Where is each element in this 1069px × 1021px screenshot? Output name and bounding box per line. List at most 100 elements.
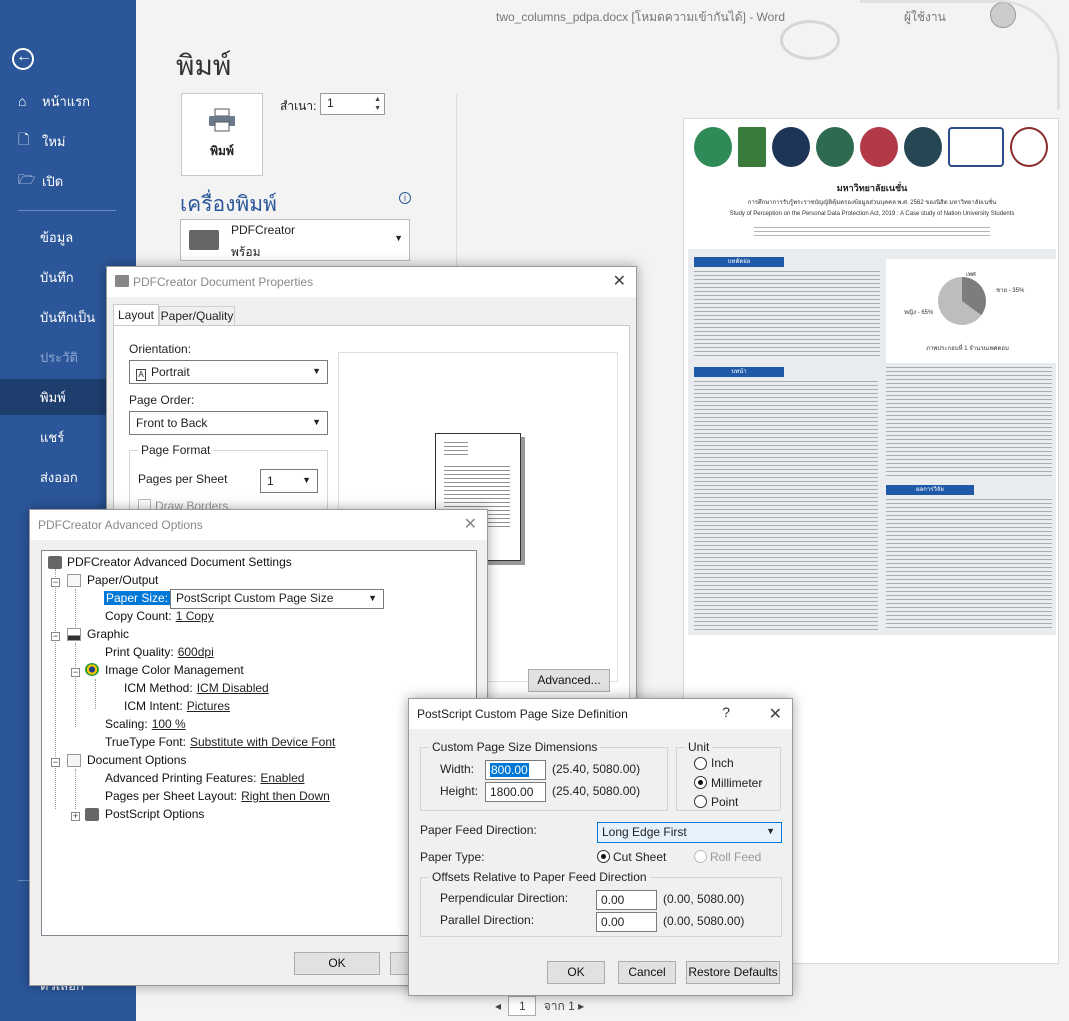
tab-layout[interactable]: Layout bbox=[113, 304, 159, 326]
poster-title: มหาวิทยาลัยเนชั่น bbox=[836, 183, 908, 193]
print-button[interactable]: พิมพ์ bbox=[181, 93, 263, 176]
poster-body: บทคัดย่อ เพศ ชาย - 35% หญิง - 65% ภาพประ… bbox=[688, 249, 1056, 635]
advanced-button[interactable]: Advanced... bbox=[528, 669, 610, 692]
section-heading: ผลการวิจัย bbox=[886, 485, 974, 495]
unit-millimeter-radio[interactable] bbox=[694, 776, 707, 789]
perpendicular-range: (0.00, 5080.00) bbox=[663, 892, 745, 906]
next-page-icon[interactable]: ▸ bbox=[578, 999, 584, 1013]
tree-copy-count[interactable]: Copy Count: 1 Copy bbox=[105, 609, 214, 623]
height-label: Height: bbox=[440, 784, 479, 798]
collapse-icon[interactable]: − bbox=[71, 668, 80, 677]
cancel-button[interactable]: Cancel bbox=[618, 961, 676, 984]
poster-subtitle: การศึกษาการรับรู้พระราชบัญญัติคุ้มครองข้… bbox=[747, 200, 997, 206]
dialog-titlebar: PDFCreator Advanced Options ✕ bbox=[30, 510, 487, 540]
sidebar-item-new[interactable]: 🗋 ใหม่ bbox=[0, 123, 136, 159]
tree-postscript-options[interactable]: PostScript Options bbox=[105, 807, 204, 821]
printer-icon bbox=[115, 275, 129, 287]
tree-paper-output[interactable]: Paper/Output bbox=[87, 573, 158, 587]
results-text bbox=[886, 367, 1052, 477]
pages-per-sheet-select[interactable]: 1 ▼ bbox=[260, 469, 318, 493]
section-heading: บทคัดย่อ bbox=[694, 257, 784, 267]
back-arrow-icon[interactable] bbox=[12, 48, 34, 70]
tree-paper-size[interactable]: Paper Size: bbox=[104, 591, 171, 605]
width-input[interactable]: 800.00 bbox=[485, 760, 546, 780]
tree-document-options[interactable]: Document Options bbox=[87, 753, 186, 767]
ok-button[interactable]: OK bbox=[294, 952, 380, 975]
home-icon: ⌂ bbox=[18, 93, 27, 109]
tree-guide bbox=[75, 643, 76, 727]
page-order-label: Page Order: bbox=[129, 393, 195, 407]
cut-sheet-radio[interactable] bbox=[597, 850, 610, 863]
pie-chart-figure: เพศ ชาย - 35% หญิง - 65% ภาพประกอบที่ 1 … bbox=[886, 259, 1056, 363]
pages-per-sheet-label: Pages per Sheet bbox=[138, 472, 228, 486]
collapse-icon[interactable]: − bbox=[51, 758, 60, 767]
parallel-input[interactable]: 0.00 bbox=[596, 912, 657, 932]
results-text bbox=[886, 499, 1052, 631]
height-range: (25.40, 5080.00) bbox=[552, 784, 641, 798]
logo-row bbox=[694, 127, 1048, 167]
sidebar-divider bbox=[18, 210, 116, 211]
collapse-icon[interactable]: − bbox=[51, 578, 60, 587]
restore-defaults-button[interactable]: Restore Defaults bbox=[686, 961, 780, 984]
tree-advanced-features[interactable]: Advanced Printing Features: Enabled bbox=[105, 771, 304, 785]
spin-arrows-icon[interactable]: ▲ ▼ bbox=[374, 95, 381, 113]
tree-truetype-font[interactable]: TrueType Font: Substitute with Device Fon… bbox=[105, 735, 335, 749]
copies-label: สำเนา: bbox=[280, 99, 317, 113]
close-icon[interactable]: ✕ bbox=[769, 704, 782, 724]
tree-icm-intent[interactable]: ICM Intent: Pictures bbox=[124, 699, 230, 713]
close-icon[interactable]: ✕ bbox=[464, 514, 477, 534]
tree-icm[interactable]: Image Color Management bbox=[105, 663, 244, 677]
paper-size-select[interactable]: PostScript Custom Page Size ▼ bbox=[170, 589, 384, 609]
perpendicular-input[interactable]: 0.00 bbox=[596, 890, 657, 910]
ok-button[interactable]: OK bbox=[547, 961, 605, 984]
tree-icm-method[interactable]: ICM Method: ICM Disabled bbox=[124, 681, 269, 695]
collapse-icon[interactable]: − bbox=[51, 632, 60, 641]
page-order-select[interactable]: Front to Back ▼ bbox=[129, 411, 328, 435]
cut-sheet-label: Cut Sheet bbox=[613, 850, 667, 864]
copies-stepper[interactable]: 1 ▲ ▼ bbox=[320, 93, 385, 115]
offsets-group: Offsets Relative to Paper Feed Direction… bbox=[420, 870, 782, 937]
printer-icon bbox=[48, 556, 62, 569]
prev-page-icon[interactable]: ◂ bbox=[495, 999, 501, 1013]
university-logo bbox=[694, 127, 732, 167]
custom-page-size-dialog: PostScript Custom Page Size Definition ?… bbox=[408, 698, 793, 996]
paper-icon bbox=[67, 574, 81, 587]
sidebar-item-open[interactable]: 🗁 เปิด bbox=[0, 163, 136, 199]
feed-direction-label: Paper Feed Direction: bbox=[420, 823, 537, 837]
university-logo bbox=[816, 127, 854, 167]
tab-paper-quality[interactable]: Paper/Quality bbox=[159, 306, 235, 326]
unit-group: Unit Inch Millimeter Point bbox=[676, 740, 781, 811]
info-icon[interactable]: i bbox=[399, 192, 411, 204]
abstract-text bbox=[694, 271, 880, 357]
tree-pps-layout[interactable]: Pages per Sheet Layout: Right then Down bbox=[105, 789, 330, 803]
tree-guide bbox=[55, 569, 56, 809]
unit-point-radio[interactable] bbox=[694, 795, 707, 808]
unit-inch-radio[interactable] bbox=[694, 757, 707, 770]
orientation-select[interactable]: A Portrait ▼ bbox=[129, 360, 328, 384]
sidebar-item-home[interactable]: ⌂ หน้าแรก bbox=[0, 83, 136, 119]
printer-select[interactable]: PDFCreator พร้อม ▼ bbox=[180, 219, 410, 261]
document-options-icon bbox=[67, 754, 81, 767]
dialog-titlebar: PDFCreator Document Properties ✕ bbox=[107, 267, 636, 297]
page-number-input[interactable]: 1 bbox=[508, 996, 537, 1016]
expand-icon[interactable]: + bbox=[71, 812, 80, 821]
close-icon[interactable]: ✕ bbox=[613, 271, 626, 291]
university-logo bbox=[772, 127, 810, 167]
unit-point-label: Point bbox=[711, 795, 739, 809]
chevron-down-icon: ▼ bbox=[368, 593, 377, 603]
feed-direction-select[interactable]: Long Edge First ▼ bbox=[597, 822, 782, 843]
sidebar-item-info[interactable]: ข้อมูล bbox=[0, 219, 136, 255]
pbn-logo bbox=[1010, 127, 1048, 167]
chevron-down-icon: ▼ bbox=[394, 233, 403, 243]
tree-print-quality[interactable]: Print Quality: 600dpi bbox=[105, 645, 214, 659]
dialog-titlebar: PostScript Custom Page Size Definition ?… bbox=[409, 699, 792, 729]
university-logo bbox=[860, 127, 898, 167]
tree-graphic[interactable]: Graphic bbox=[87, 627, 129, 641]
unit-inch-label: Inch bbox=[711, 756, 734, 770]
width-label: Width: bbox=[440, 762, 475, 776]
printer-icon bbox=[189, 230, 219, 250]
tree-scaling[interactable]: Scaling: 100 % bbox=[105, 717, 186, 731]
tree-root[interactable]: PDFCreator Advanced Document Settings bbox=[67, 555, 292, 569]
height-input[interactable]: 1800.00 bbox=[485, 782, 546, 802]
help-icon[interactable]: ? bbox=[722, 704, 730, 720]
